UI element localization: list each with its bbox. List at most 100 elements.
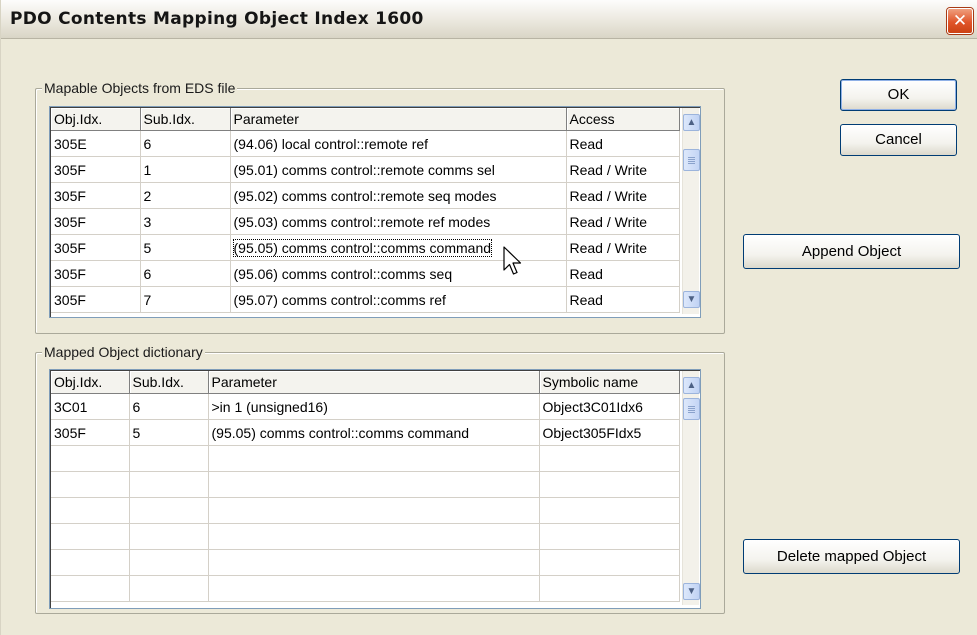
sub-idx-cell: 3 [140,208,231,235]
sub-idx-cell-text: 6 [143,135,152,152]
column-header-sub-idx[interactable]: Sub.Idx. [129,371,209,394]
column-header-sub-idx[interactable]: Sub.Idx. [140,108,231,131]
obj-idx-cell: 305F [51,182,141,209]
mapped-vertical-scrollbar[interactable]: ▲ ▼ [682,371,700,605]
sub-idx-cell-text: 5 [132,424,141,441]
obj-idx-cell: 305F [51,234,141,261]
parameter-cell [208,445,540,472]
table-row[interactable] [51,497,680,524]
access-cell: Read [566,286,680,313]
obj-idx-cell: 305E [51,130,141,157]
table-row[interactable] [51,549,680,576]
table-row[interactable] [51,445,680,472]
column-header-parameter[interactable]: Parameter [208,371,540,394]
symbolic-name-cell: Object3C01Idx6 [539,393,680,420]
obj-idx-cell: 305F [51,156,141,183]
parameter-cell: (95.01) comms control::remote comms sel [230,156,567,183]
mouse-pointer-icon [503,246,522,275]
dialog-window: PDO Contents Mapping Object Index 1600 ✕… [0,0,977,635]
obj-idx-cell-text: 305F [54,291,86,308]
access-cell-text: Read [569,265,603,282]
sub-idx-cell: 7 [140,286,231,313]
table-row[interactable] [51,471,680,498]
scroll-down-button[interactable]: ▼ [683,291,700,308]
symbolic-name-cell-text: Object305FIdx5 [542,424,642,441]
column-header-symbolic-name[interactable]: Symbolic name [539,371,680,394]
scroll-thumb[interactable] [683,398,700,420]
mapable-vertical-scrollbar[interactable]: ▲ ▼ [682,108,700,314]
window-title: PDO Contents Mapping Object Index 1600 [10,9,424,29]
symbolic-name-cell [539,497,680,524]
table-row[interactable]: 3C01 6 >in 1 (unsigned16) Object3C01Idx6 [51,393,680,420]
scroll-thumb[interactable] [683,149,700,171]
obj-idx-cell: 305F [51,208,141,235]
symbolic-name-cell [539,471,680,498]
column-header-obj-idx[interactable]: Obj.Idx. [51,371,130,394]
ok-button[interactable]: OK [840,79,957,111]
table-row[interactable]: 305F 5 (95.05) comms control::comms comman… [51,234,680,261]
column-header-obj-idx[interactable]: Obj.Idx. [51,108,141,131]
obj-idx-cell [51,549,130,576]
sub-idx-cell [129,445,209,472]
parameter-cell-text: (95.06) comms control::comms seq [233,265,453,282]
parameter-cell [208,575,540,602]
sub-idx-cell: 1 [140,156,231,183]
parameter-cell-text: (95.01) comms control::remote comms sel [233,161,495,178]
table-row[interactable]: 305F 2 (95.02) comms control::remote seq m… [51,182,680,209]
sub-idx-cell-text: 2 [143,187,152,204]
obj-idx-cell-text: 3C01 [54,398,88,415]
scroll-up-button[interactable]: ▲ [683,377,700,394]
sub-idx-cell [129,549,209,576]
obj-idx-cell: 305F [51,419,130,446]
title-bar[interactable]: PDO Contents Mapping Object Index 1600 ✕ [1,0,977,39]
delete-mapped-object-button[interactable]: Delete mapped Object [743,539,960,574]
parameter-cell-text: (95.03) comms control::remote ref modes [233,213,491,230]
access-cell-text: Read / Write [569,239,648,256]
obj-idx-cell [51,575,130,602]
parameter-cell-text: (95.02) comms control::remote seq modes [233,187,497,204]
column-header-parameter[interactable]: Parameter [230,108,567,131]
parameter-cell [208,497,540,524]
obj-idx-cell: 305F [51,260,141,287]
append-object-button[interactable]: Append Object [743,234,960,269]
parameter-cell [208,523,540,550]
table-row[interactable]: 305F 1 (95.01) comms control::remote comms… [51,156,680,183]
mapped-objects-list[interactable]: Obj.Idx. Sub.Idx. Parameter Symbolic nam… [49,369,701,609]
access-cell: Read / Write [566,208,680,235]
access-cell-text: Read / Write [569,213,648,230]
append-object-button-label: Append Object [801,243,902,260]
sub-idx-cell [129,497,209,524]
sub-idx-cell: 6 [140,260,231,287]
parameter-cell: >in 1 (unsigned16) [208,393,540,420]
chevron-down-icon: ▼ [686,294,697,305]
column-header-access[interactable]: Access [566,108,680,131]
table-row[interactable]: 305F 7 (95.07) comms control::comms ref Rea… [51,286,680,313]
table-row[interactable]: 305E 6 (94.06) local control::remote ref Re… [51,130,680,157]
table-row[interactable]: 305F 5 (95.05) comms control::comms comman… [51,419,680,446]
mapable-objects-rows: 305E 6 (94.06) local control::remote ref Re… [51,130,680,313]
sub-idx-cell: 5 [129,419,209,446]
obj-idx-cell-text: 305F [54,424,86,441]
parameter-cell: (95.02) comms control::remote seq modes [230,182,567,209]
mapped-objects-rows: 3C01 6 >in 1 (unsigned16) Object3C01Idx6 305… [51,393,680,602]
scroll-down-button[interactable]: ▼ [683,583,700,600]
access-cell: Read / Write [566,156,680,183]
cancel-button[interactable]: Cancel [840,124,957,156]
table-row[interactable] [51,575,680,602]
table-row[interactable]: 305F 3 (95.03) comms control::remote ref m… [51,208,680,235]
sub-idx-cell: 6 [129,393,209,420]
scroll-up-button[interactable]: ▲ [683,114,700,131]
obj-idx-cell [51,523,130,550]
symbolic-name-cell [539,549,680,576]
mapable-header-row: Obj.Idx. Sub.Idx. Parameter Access [51,108,680,131]
symbolic-name-cell: Object305FIdx5 [539,419,680,446]
close-button[interactable]: ✕ [947,8,973,34]
cancel-button-label: Cancel [875,131,922,148]
close-icon: ✕ [952,11,968,31]
parameter-cell [208,549,540,576]
mapable-objects-list[interactable]: Obj.Idx. Sub.Idx. Parameter Access 305E 6… [49,106,701,318]
table-row[interactable] [51,523,680,550]
table-row[interactable]: 305F 6 (95.06) comms control::comms seq Rea… [51,260,680,287]
mapped-objects-table: Obj.Idx. Sub.Idx. Parameter Symbolic nam… [51,371,680,602]
obj-idx-cell: 305F [51,286,141,313]
